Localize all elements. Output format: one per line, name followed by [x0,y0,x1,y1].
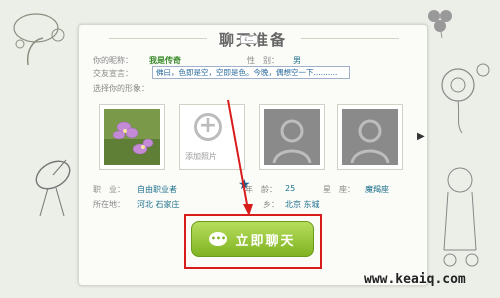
start-chat-button[interactable]: ••• 立即聊天 [191,221,314,257]
chat-bubble-icon: ••• [209,232,228,246]
site-watermark: www.keaiq.com [364,272,466,287]
start-chat-label: 立即聊天 [235,233,296,249]
